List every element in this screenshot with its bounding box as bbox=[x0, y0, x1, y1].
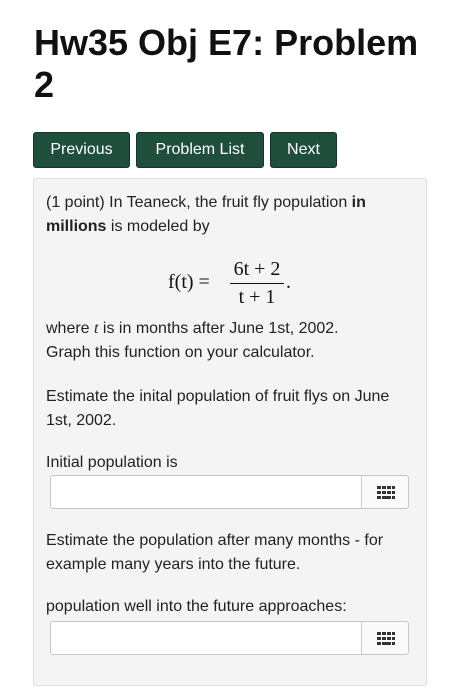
formula-lhs: f(t) = bbox=[168, 271, 210, 293]
formula-numerator: 6t + 2 bbox=[233, 258, 281, 280]
intro-rest: is modeled by bbox=[106, 218, 210, 235]
keypad-button-1[interactable] bbox=[361, 475, 409, 509]
problem-list-button[interactable]: Problem List bbox=[136, 132, 264, 168]
problem-intro: (1 point) In Teaneck, the fruit fly popu… bbox=[46, 191, 416, 239]
future-population-input[interactable] bbox=[50, 621, 362, 655]
previous-button[interactable]: Previous bbox=[33, 132, 130, 168]
keypad-button-2[interactable] bbox=[361, 621, 409, 655]
keypad-icon bbox=[377, 486, 395, 499]
where-text: where bbox=[46, 320, 95, 337]
formula-denominator: t + 1 bbox=[238, 286, 276, 308]
question-2-text: Estimate the population after many month… bbox=[46, 532, 384, 573]
problem-panel: (1 point) In Teaneck, the fruit fly popu… bbox=[33, 178, 427, 686]
answer-2-label: population well into the future approach… bbox=[46, 598, 347, 615]
formula-fraction: 6t + 2 t + 1 bbox=[230, 257, 284, 309]
where-rest: is in months after June 1st, 2002. bbox=[98, 320, 339, 337]
question-1-text: Estimate the inital population of fruit … bbox=[46, 388, 390, 429]
initial-population-input[interactable] bbox=[50, 475, 362, 509]
next-button[interactable]: Next bbox=[270, 132, 337, 168]
keypad-icon bbox=[377, 632, 395, 645]
intro-text: (1 point) In Teaneck, the fruit fly popu… bbox=[46, 194, 352, 211]
variable-description: where t is in months after June 1st, 200… bbox=[46, 317, 416, 341]
answer-1-label: Initial population is bbox=[46, 454, 178, 471]
formula-period: . bbox=[286, 271, 291, 293]
graph-instruction: Graph this function on your calculator. bbox=[46, 344, 315, 361]
fraction-bar bbox=[230, 283, 284, 284]
formula: f(t) = 6t + 2 t + 1 . bbox=[34, 257, 426, 309]
page-title: Hw35 Obj E7: Problem 2 bbox=[34, 22, 419, 105]
